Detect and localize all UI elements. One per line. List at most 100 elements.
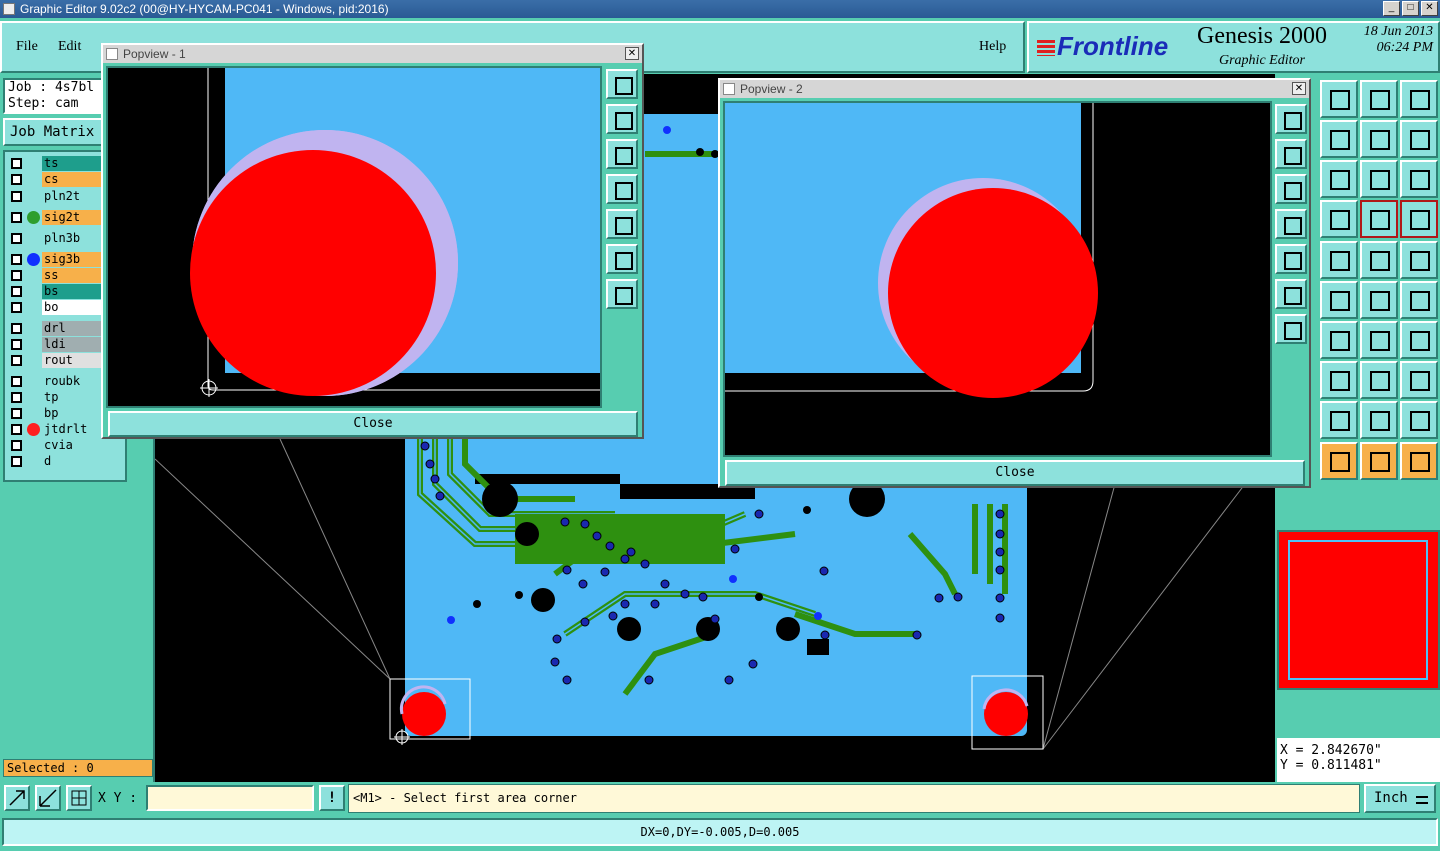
scale-icon[interactable] [1360,160,1398,198]
layer-name[interactable]: d [42,454,125,469]
home-icon[interactable] [1360,80,1398,118]
execute-button[interactable]: ! [319,785,345,811]
zoom-in-icon[interactable] [606,279,638,309]
layer-checkbox[interactable] [11,339,22,350]
cut-icon[interactable] [1320,361,1358,399]
arc-tool-2-icon[interactable] [1360,401,1398,439]
layer-checkbox[interactable] [11,191,22,202]
zoom-fit-icon[interactable] [1275,279,1307,309]
layer-checkbox[interactable] [11,323,22,334]
rotate-icon[interactable] [1360,120,1398,158]
zoom-home-icon[interactable] [1275,104,1307,134]
popview-1-window[interactable]: Popview - 1 ✕ Close [101,43,644,439]
move-down-icon[interactable] [1275,174,1307,204]
overview-minimap[interactable] [1277,530,1440,690]
layer-checkbox[interactable] [11,158,22,169]
snap-icon[interactable] [4,785,30,811]
popview-1-close-button[interactable]: Close [108,411,638,437]
xy-label: X Y : [98,791,138,806]
layer-checkbox[interactable] [11,302,22,313]
zoom-in-icon[interactable] [1275,314,1307,344]
move-right-icon[interactable] [606,209,638,239]
select-pointer-2-icon[interactable] [1360,442,1398,480]
move-up-icon[interactable] [1275,139,1307,169]
product-name: Genesis 2000 [1197,23,1327,49]
measure-box-icon[interactable] [1360,361,1398,399]
popview-2-window[interactable]: Popview - 2 ✕ Close [718,78,1311,488]
layer-row-cvia[interactable]: cvia [7,438,125,453]
unit-selector[interactable]: Inch [1364,784,1436,813]
grid-icon[interactable] [66,785,92,811]
layer-checkbox[interactable] [11,233,22,244]
move-down-icon[interactable] [606,139,638,169]
move-left-icon[interactable] [1275,209,1307,239]
layer-checkbox[interactable] [11,286,22,297]
layer-checkbox[interactable] [11,376,22,387]
close-window-button[interactable]: ✕ [1421,1,1438,16]
help-icon[interactable] [1400,160,1438,198]
shapes-icon[interactable] [1400,361,1438,399]
route-pointer-icon[interactable] [1400,442,1438,480]
pad-icon[interactable] [1400,241,1438,279]
line-icon[interactable] [1320,321,1358,359]
layer-checkbox[interactable] [11,212,22,223]
menu-help[interactable]: Help [979,39,1006,55]
zoom-fit-icon[interactable] [1320,160,1358,198]
move-up-icon[interactable] [606,104,638,134]
select-pointer-icon[interactable] [1320,442,1358,480]
layer-row-d[interactable]: d [7,454,125,469]
product-subtitle: Graphic Editor [1219,53,1305,68]
layer-compare-active-icon[interactable] [1400,200,1438,238]
minimize-button[interactable]: _ [1383,1,1400,16]
selected-count: Selected : 0 [3,759,153,777]
layer-compare-icon[interactable] [1360,200,1398,238]
cross-icon[interactable] [1320,281,1358,319]
arc-icon[interactable] [1360,321,1398,359]
snake-icon[interactable] [1400,120,1438,158]
layer-checkbox[interactable] [11,456,22,467]
popview-1-toolbar [606,69,638,314]
layer-checkbox[interactable] [11,424,22,435]
popview-2-drawing [725,103,1098,398]
layer-checkbox[interactable] [11,440,22,451]
export-icon[interactable] [1320,120,1358,158]
popview-icon [106,48,118,60]
popview-1-title-bar[interactable]: Popview - 1 ✕ [103,45,642,63]
grid-icon[interactable] [1320,200,1358,238]
layer-checkbox[interactable] [11,408,22,419]
layer-checkbox[interactable] [11,254,22,265]
ruler-icon[interactable] [1360,241,1398,279]
popview-1-drawing [190,68,600,397]
popview-2-close-button[interactable]: Close [725,460,1305,486]
popview-2-title-bar[interactable]: Popview - 2 ✕ [720,80,1309,98]
split-icon[interactable] [1400,321,1438,359]
zoom-home-icon[interactable] [606,69,638,99]
maximize-button[interactable]: □ [1402,1,1419,16]
frontline-logo: Frontline [1037,31,1168,62]
window-icon[interactable] [1400,80,1438,118]
layer-checkbox[interactable] [11,392,22,403]
arc-tool-icon[interactable] [1320,401,1358,439]
layer-name[interactable]: cvia [42,438,125,453]
measure-icon[interactable] [35,785,61,811]
layer-checkbox[interactable] [11,355,22,366]
menu-file[interactable]: File [16,39,38,55]
popview-1-close-icon[interactable]: ✕ [625,47,639,60]
xy-input[interactable] [146,785,314,811]
display-icon[interactable] [1320,80,1358,118]
move-right-icon[interactable] [1275,244,1307,274]
popview-2-viewport[interactable] [723,101,1272,457]
popview-icon [723,83,735,95]
move-left-icon[interactable] [606,174,638,204]
menu-edit[interactable]: Edit [58,39,81,55]
layer-checkbox[interactable] [11,174,22,185]
popview-2-title: Popview - 2 [740,82,803,96]
connect-alt-icon[interactable] [1400,281,1438,319]
arc-tool-3-icon[interactable] [1400,401,1438,439]
popview-1-viewport[interactable] [106,66,602,408]
layer-checkbox[interactable] [11,270,22,281]
zoom-fit-icon[interactable] [606,244,638,274]
connect-icon[interactable] [1360,281,1398,319]
netlist-icon[interactable] [1320,241,1358,279]
popview-2-close-icon[interactable]: ✕ [1292,82,1306,95]
